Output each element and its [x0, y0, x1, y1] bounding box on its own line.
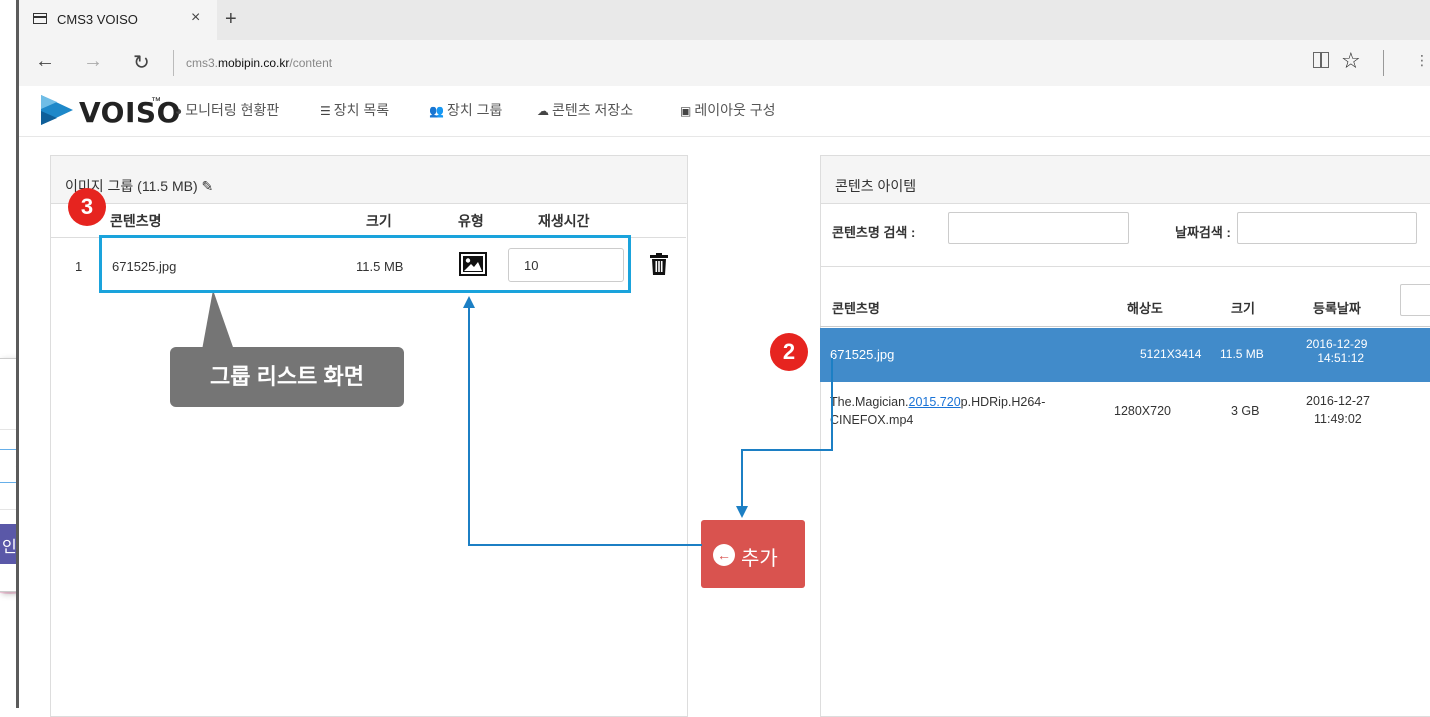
tab-bar: CMS3 VOISO × + — [19, 0, 1430, 40]
play-logo-icon — [41, 95, 73, 125]
layout-icon: ▣ — [680, 104, 692, 118]
row-name: 671525.jpg — [830, 347, 895, 362]
row-index: 1 — [75, 259, 83, 274]
col-content-name-right: 콘텐츠명 — [832, 301, 880, 316]
row-name: The.Magician.2015.720p.HDRip.H264- CINEFO… — [830, 395, 1046, 427]
col-content-name: 콘텐츠명 — [110, 213, 162, 229]
col-date: 등록날짜 — [1313, 301, 1361, 316]
brand-name: VOISO — [79, 96, 181, 129]
row-size: 11.5 MB — [1220, 347, 1264, 361]
date-search-input[interactable] — [1237, 212, 1417, 244]
name-search-input[interactable] — [948, 212, 1129, 244]
users-icon: 👥 — [429, 104, 444, 118]
address-separator — [173, 50, 174, 76]
row-size: 3 GB — [1231, 404, 1260, 418]
cloud-upload-icon: ☁ — [537, 104, 549, 118]
group-panel-header: 이미지 그룹 (11.5 MB) ✎ — [51, 156, 687, 204]
tab-title: CMS3 VOISO — [57, 12, 138, 27]
group-row-highlight — [99, 235, 631, 293]
row-date: 2016-12-29 14:51:12 — [1306, 337, 1368, 365]
row-resolution: 1280X720 — [1114, 404, 1172, 418]
menu-monitoring[interactable]: ◕ 모니터링 현황판 — [175, 100, 279, 120]
browser-tab[interactable]: CMS3 VOISO × — [19, 0, 217, 40]
tab-close-icon[interactable]: × — [191, 9, 200, 27]
new-tab-icon[interactable]: + — [225, 8, 237, 31]
back-icon[interactable]: ← — [35, 50, 55, 73]
menu-content-storage[interactable]: ☁ 콘텐츠 저장소 — [537, 100, 633, 120]
dashboard-icon: ◕ — [175, 104, 183, 118]
menu-layout[interactable]: ▣ 레이아웃 구성 — [680, 100, 776, 120]
step-badge-2: 2 — [770, 333, 808, 371]
app-navbar: VOISO ™ ◕ 모니터링 현황판 ☰ 장치 목록 👥 장치 그룹 ☁ 콘텐츠 저장소… — [19, 86, 1430, 137]
header-divider — [820, 326, 1430, 327]
menu-device-list[interactable]: ☰ 장치 목록 — [320, 100, 389, 120]
date-search-label: 날짜검색 : — [1175, 225, 1231, 240]
trademark: ™ — [151, 96, 161, 107]
row-resolution: 5121X3414 — [1140, 347, 1202, 361]
url-field[interactable]: cms3.mobipin.co.kr/content — [186, 56, 332, 70]
favorite-icon[interactable]: ☆ — [1341, 48, 1361, 74]
confirm-button-label: 인 — [2, 539, 17, 556]
address-bar: ← → ↻ cms3.mobipin.co.kr/content ☆ ⋮ — [19, 40, 1430, 87]
refresh-icon[interactable]: ↻ — [133, 50, 150, 75]
list-icon: ☰ — [320, 104, 331, 118]
add-button-label: 추가 — [741, 548, 778, 570]
arrow-circle-left-icon: ← — [713, 544, 735, 566]
row-date: 2016-12-27 11:49:02 — [1306, 394, 1370, 426]
voiso-logo[interactable]: VOISO ™ — [39, 92, 181, 129]
search-divider — [820, 266, 1430, 267]
group-list-callout: 그룹 리스트 화면 — [170, 347, 404, 407]
forward-icon[interactable]: → — [83, 50, 103, 73]
menu-device-group[interactable]: 👥 장치 그룹 — [429, 100, 502, 120]
window-icon — [33, 13, 47, 24]
trash-icon[interactable] — [650, 253, 668, 275]
reading-view-icon[interactable] — [1313, 52, 1329, 68]
content-panel-header: 콘텐츠 아이템 — [821, 156, 1430, 204]
col-duration: 재생시간 — [538, 213, 590, 229]
col-resolution: 해상도 — [1127, 301, 1163, 316]
name-search-label: 콘텐츠명 검색 : — [832, 225, 916, 240]
edit-pencil-icon[interactable]: ✎ — [202, 178, 214, 194]
content-panel-title: 콘텐츠 아이템 — [835, 178, 917, 194]
col-size: 크기 — [366, 213, 392, 229]
toolbar-separator — [1383, 50, 1384, 76]
step-badge-3: 3 — [68, 188, 106, 226]
sort-select[interactable] — [1400, 284, 1430, 316]
more-icon[interactable]: ⋮ — [1415, 52, 1429, 69]
col-type: 유형 — [458, 213, 484, 229]
add-button[interactable]: ← 추가 — [701, 520, 805, 588]
col-size-right: 크기 — [1231, 301, 1255, 316]
